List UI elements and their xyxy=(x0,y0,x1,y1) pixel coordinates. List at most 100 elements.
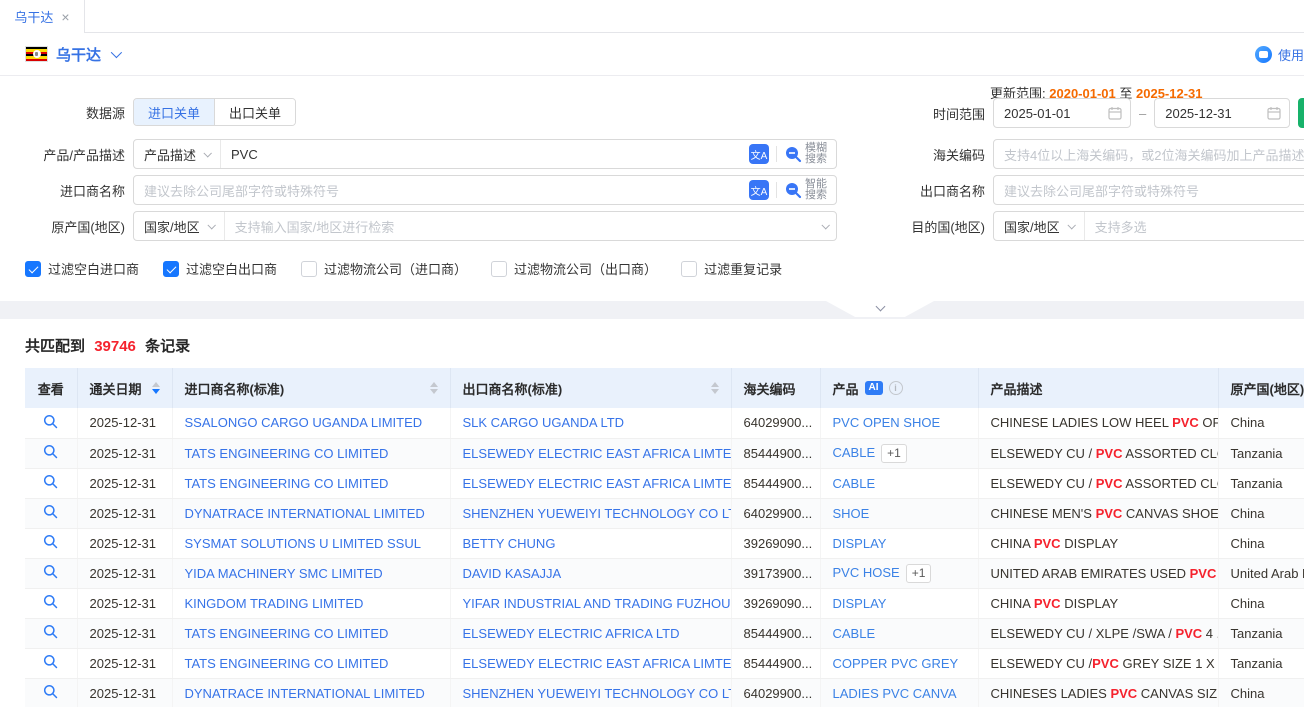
ai-badge: AI xyxy=(865,381,883,395)
country-chevron-down-icon[interactable] xyxy=(111,47,122,58)
hs-code-cell: 85444900... xyxy=(731,648,820,678)
data-source-option-export[interactable]: 出口关单 xyxy=(214,99,295,125)
origin-type-select[interactable]: 国家/地区 xyxy=(134,212,225,240)
sort-importer[interactable] xyxy=(430,382,438,394)
help-label[interactable]: 使用 xyxy=(1278,45,1304,64)
filter-checkbox-0[interactable]: 过滤空白进口商 xyxy=(25,259,139,278)
date-cell: 2025-12-31 xyxy=(77,498,172,528)
header-right: 使用 xyxy=(1255,33,1304,76)
data-source-segmented: 进口关单 出口关单 xyxy=(133,98,296,126)
view-detail-icon[interactable] xyxy=(43,504,58,519)
exporter-link[interactable]: BETTY CHUNG xyxy=(463,536,556,551)
importer-link[interactable]: SYSMAT SOLUTIONS U LIMITED SSUL xyxy=(185,536,421,551)
exporter-link[interactable]: SHENZHEN YUEWEIYI TECHNOLOGY CO LTD xyxy=(463,506,732,521)
exporter-input[interactable]: 建议去除公司尾部字符或特殊符号 xyxy=(993,175,1304,205)
green-action-button[interactable] xyxy=(1298,98,1304,128)
exporter-link[interactable]: SHENZHEN YUEWEIYI TECHNOLOGY CO LTD xyxy=(463,686,732,701)
importer-link[interactable]: TATS ENGINEERING CO LIMITED xyxy=(185,446,389,461)
exporter-link[interactable]: ELSEWEDY ELECTRIC EAST AFRICA LIMTED xyxy=(463,446,732,461)
date-to-input[interactable]: 2025-12-31 xyxy=(1154,98,1290,128)
more-products-badge[interactable]: +1 xyxy=(906,564,932,583)
view-detail-icon[interactable] xyxy=(43,444,58,459)
product-tag[interactable]: COPPER PVC GREY xyxy=(833,656,959,671)
view-detail-icon[interactable] xyxy=(43,654,58,669)
filter-checkbox-3[interactable]: 过滤物流公司（出口商） xyxy=(491,259,657,278)
checkbox-checked-icon[interactable] xyxy=(163,261,179,277)
smart-search-toggle[interactable]: 智能搜索 xyxy=(784,179,828,201)
exporter-link[interactable]: DAVID KASAJJA xyxy=(463,566,562,581)
view-detail-icon[interactable] xyxy=(43,414,58,429)
product-search-input[interactable]: PVC xyxy=(221,147,749,162)
hs-code-input[interactable]: 支持4位以上海关编码，或2位海关编码加上产品描述、企 xyxy=(993,139,1304,169)
more-products-badge[interactable]: +1 xyxy=(881,444,907,463)
product-tag[interactable]: DISPLAY xyxy=(833,596,887,611)
exporter-cell: SHENZHEN YUEWEIYI TECHNOLOGY CO LTD xyxy=(450,498,731,528)
filter-checkbox-2[interactable]: 过滤物流公司（进口商） xyxy=(301,259,467,278)
collapse-panel-handle[interactable] xyxy=(826,301,934,317)
view-cell xyxy=(25,648,77,678)
sort-exporter[interactable] xyxy=(711,382,719,394)
tab-close-icon[interactable]: × xyxy=(61,9,69,25)
product-type-select[interactable]: 产品描述 xyxy=(134,140,221,168)
view-detail-icon[interactable] xyxy=(43,594,58,609)
view-detail-icon[interactable] xyxy=(43,684,58,699)
exporter-link[interactable]: SLK CARGO UGANDA LTD xyxy=(463,415,625,430)
exporter-link[interactable]: YIFAR INDUSTRIAL AND TRADING FUZHOU... xyxy=(463,596,732,611)
sort-date[interactable] xyxy=(152,382,160,394)
help-icon[interactable] xyxy=(1255,46,1272,63)
filter-checkbox-4[interactable]: 过滤重复记录 xyxy=(681,259,782,278)
checkbox-unchecked-icon[interactable] xyxy=(301,261,317,277)
chevron-down-icon xyxy=(875,302,885,312)
fuzzy-search-toggle[interactable]: 模糊搜索 xyxy=(784,143,828,165)
product-tag[interactable]: DISPLAY xyxy=(833,536,887,551)
importer-link[interactable]: SSALONGO CARGO UGANDA LIMITED xyxy=(185,415,423,430)
product-tag[interactable]: CABLE xyxy=(833,626,876,641)
data-source-option-import[interactable]: 进口关单 xyxy=(134,99,214,125)
info-icon[interactable]: i xyxy=(889,381,903,395)
translate-icon[interactable]: 文A xyxy=(749,180,769,200)
view-detail-icon[interactable] xyxy=(43,474,58,489)
view-detail-icon[interactable] xyxy=(43,564,58,579)
importer-link[interactable]: TATS ENGINEERING CO LIMITED xyxy=(185,626,389,641)
product-cell: COPPER PVC GREY xyxy=(820,648,978,678)
product-cell: DISPLAY xyxy=(820,528,978,558)
view-detail-icon[interactable] xyxy=(43,624,58,639)
importer-cell: YIDA MACHINERY SMC LIMITED xyxy=(172,558,450,588)
destination-search-input[interactable]: 支持多选 xyxy=(1085,217,1304,236)
date-cell: 2025-12-31 xyxy=(77,588,172,618)
tab-uganda[interactable]: 乌干达 × xyxy=(0,0,85,33)
importer-link[interactable]: DYNATRACE INTERNATIONAL LIMITED xyxy=(185,506,425,521)
exporter-cell: SHENZHEN YUEWEIYI TECHNOLOGY CO LTD xyxy=(450,678,731,707)
view-cell xyxy=(25,408,77,438)
hs-code-cell: 39269090... xyxy=(731,528,820,558)
checkbox-unchecked-icon[interactable] xyxy=(681,261,697,277)
product-tag[interactable]: CABLE xyxy=(833,445,876,460)
origin-search-input[interactable]: 支持输入国家/地区进行检索 xyxy=(225,217,822,236)
view-cell xyxy=(25,468,77,498)
checkbox-checked-icon[interactable] xyxy=(25,261,41,277)
importer-link[interactable]: TATS ENGINEERING CO LIMITED xyxy=(185,656,389,671)
importer-link[interactable]: YIDA MACHINERY SMC LIMITED xyxy=(185,566,383,581)
product-tag[interactable]: LADIES PVC CANVA xyxy=(833,686,957,701)
product-tag[interactable]: CABLE xyxy=(833,476,876,491)
date-from-input[interactable]: 2025-01-01 xyxy=(993,98,1131,128)
importer-link[interactable]: TATS ENGINEERING CO LIMITED xyxy=(185,476,389,491)
product-tag[interactable]: SHOE xyxy=(833,506,870,521)
product-tag[interactable]: PVC OPEN SHOE xyxy=(833,415,941,430)
filter-checkbox-1[interactable]: 过滤空白出口商 xyxy=(163,259,277,278)
product-tag[interactable]: PVC HOSE xyxy=(833,565,900,580)
importer-link[interactable]: DYNATRACE INTERNATIONAL LIMITED xyxy=(185,686,425,701)
hs-code-cell: 64029900... xyxy=(731,408,820,438)
importer-link[interactable]: KINGDOM TRADING LIMITED xyxy=(185,596,364,611)
destination-type-select[interactable]: 国家/地区 xyxy=(994,212,1085,240)
exporter-link[interactable]: ELSEWEDY ELECTRIC EAST AFRICA LIMTED xyxy=(463,476,732,491)
view-detail-icon[interactable] xyxy=(43,534,58,549)
importer-cell: DYNATRACE INTERNATIONAL LIMITED xyxy=(172,678,450,707)
exporter-link[interactable]: ELSEWEDY ELECTRIC AFRICA LTD xyxy=(463,626,680,641)
exporter-link[interactable]: ELSEWEDY ELECTRIC EAST AFRICA LIMTED xyxy=(463,656,732,671)
translate-icon[interactable]: 文A xyxy=(749,144,769,164)
country-header: 乌干达 使用 xyxy=(0,33,1304,76)
fuzzy-search-label: 模糊搜索 xyxy=(805,143,828,165)
checkbox-unchecked-icon[interactable] xyxy=(491,261,507,277)
importer-input[interactable]: 建议去除公司尾部字符或特殊符号 xyxy=(134,181,749,200)
